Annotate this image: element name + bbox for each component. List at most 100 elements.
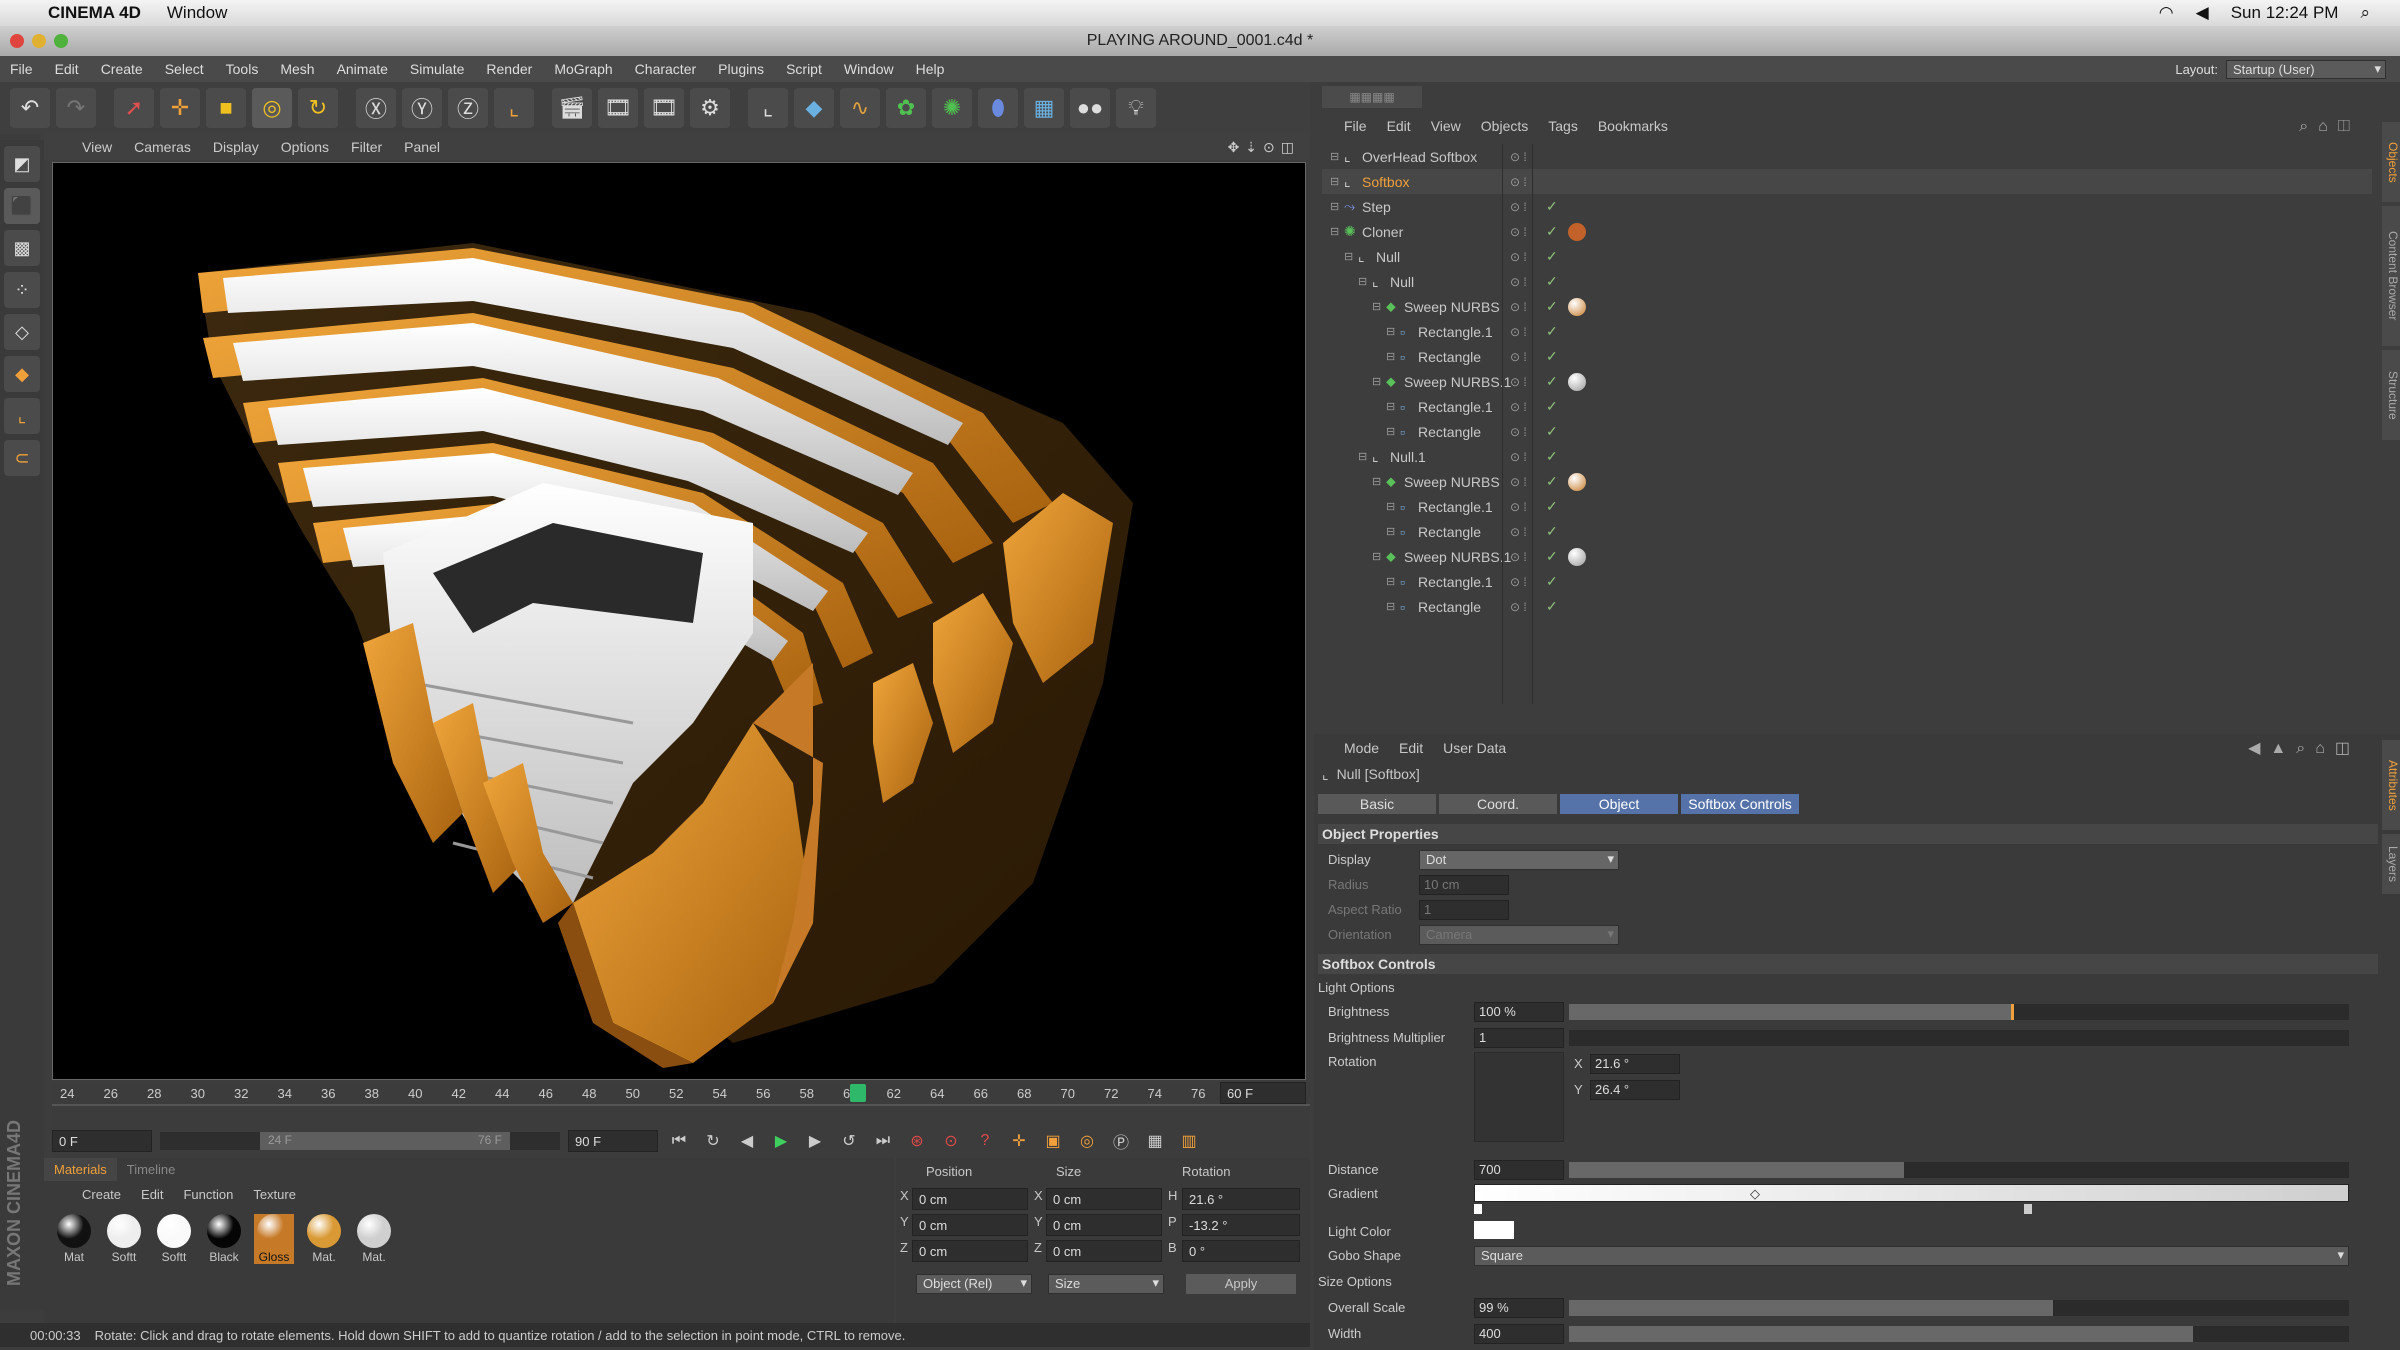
rotation-pad[interactable] xyxy=(1474,1052,1564,1142)
polygon-mode-icon[interactable]: ◆ xyxy=(4,356,40,392)
spotlight-icon[interactable]: ⌕ xyxy=(2360,3,2370,23)
enabled-check-icon[interactable]: ✓ xyxy=(1546,223,1558,240)
position-field[interactable]: 0 cm xyxy=(912,1188,1028,1210)
apply-button[interactable]: Apply xyxy=(1186,1274,1296,1294)
timeline-window-icon[interactable]: ▥ xyxy=(1176,1128,1202,1154)
light-icon[interactable]: 💡︎ xyxy=(1116,88,1156,128)
previous-frame-icon[interactable]: ◀ xyxy=(734,1128,760,1154)
enabled-check-icon[interactable]: ✓ xyxy=(1546,598,1558,615)
overall-scale-slider[interactable] xyxy=(1569,1300,2349,1316)
object-search-icons[interactable]: ⌕⌂◫ xyxy=(2299,118,2360,136)
expand-toggle-icon[interactable]: ⊟ xyxy=(1330,200,1339,213)
object-tree-row[interactable]: ⊟ ▫ Rectangle.1 ⊙ ⁞ ✓ xyxy=(1322,319,2372,344)
move-tool-icon[interactable]: ✛ xyxy=(160,88,200,128)
y-axis-icon[interactable]: Ⓨ xyxy=(402,88,442,128)
size-field[interactable]: 0 cm xyxy=(1046,1214,1162,1236)
expand-toggle-icon[interactable]: ⊟ xyxy=(1358,275,1367,288)
object-tree-row[interactable]: ⊟ ⬥ Sweep NURBS.1 ⊙ ⁞ ✓ xyxy=(1322,544,2372,569)
make-editable-icon[interactable]: ◩ xyxy=(4,146,40,182)
enabled-check-icon[interactable]: ✓ xyxy=(1546,498,1558,515)
tab-basic[interactable]: Basic xyxy=(1318,794,1436,814)
object-manager-toolbar-icons[interactable]: ▦▦▦▦ xyxy=(1322,86,1422,108)
obj-menu-bookmarks[interactable]: Bookmarks xyxy=(1598,118,1668,142)
material-tag-icon[interactable] xyxy=(1568,222,1586,241)
visibility-dots-icon[interactable]: ⊙ ⁞ xyxy=(1510,175,1560,189)
side-tab-layers[interactable]: Layers xyxy=(2382,834,2400,894)
redo-icon[interactable]: ↷ xyxy=(56,88,96,128)
material-tag-icon[interactable] xyxy=(1568,372,1586,391)
object-tree-row[interactable]: ⊟ ▫ Rectangle ⊙ ⁞ ✓ xyxy=(1322,419,2372,444)
attr-menu-edit[interactable]: Edit xyxy=(1399,740,1423,762)
next-frame-icon[interactable]: ▶ xyxy=(802,1128,828,1154)
visibility-dots-icon[interactable]: ⊙ ⁞ xyxy=(1510,150,1560,164)
repeat-icon[interactable]: ↺ xyxy=(836,1128,862,1154)
menu-script[interactable]: Script xyxy=(786,61,822,77)
menu-create[interactable]: Create xyxy=(101,61,143,77)
snap-icon[interactable]: ⊂ xyxy=(4,440,40,476)
material-item[interactable]: Black xyxy=(204,1214,244,1264)
material-menu-edit[interactable]: Edit xyxy=(141,1187,163,1202)
object-tree-row[interactable]: ⊟ ▫ Rectangle.1 ⊙ ⁞ ✓ xyxy=(1322,394,2372,419)
object-tree-row[interactable]: ⊟ ⬥ Sweep NURBS.1 ⊙ ⁞ ✓ xyxy=(1322,369,2372,394)
rotation-field[interactable]: -13.2 ° xyxy=(1182,1214,1300,1236)
record-icon[interactable]: ⊛ xyxy=(904,1128,930,1154)
object-tree-row[interactable]: ⊟ ▫ Rectangle ⊙ ⁞ ✓ xyxy=(1322,344,2372,369)
expand-toggle-icon[interactable]: ⊟ xyxy=(1330,225,1339,238)
expand-toggle-icon[interactable]: ⊟ xyxy=(1372,550,1381,563)
expand-toggle-icon[interactable]: ⊟ xyxy=(1330,175,1339,188)
object-tree-row[interactable]: ⊟ ⤳ Step ⊙ ⁞ ✓ xyxy=(1322,194,2372,219)
parameter-key-icon[interactable]: Ⓟ xyxy=(1108,1128,1134,1154)
enabled-check-icon[interactable]: ✓ xyxy=(1546,198,1558,215)
obj-menu-file[interactable]: File xyxy=(1344,118,1367,142)
viewport-menu-panel[interactable]: Panel xyxy=(404,139,440,155)
width-slider[interactable] xyxy=(1569,1326,2349,1342)
gradient-bar[interactable] xyxy=(1474,1184,2349,1202)
menu-tools[interactable]: Tools xyxy=(226,61,259,77)
object-tree-row[interactable]: ⊟ ✺ Cloner ⊙ ⁞ ✓ xyxy=(1322,219,2372,244)
size-mode-dropdown[interactable]: Size xyxy=(1048,1274,1164,1294)
enabled-check-icon[interactable]: ✓ xyxy=(1546,548,1558,565)
menu-select[interactable]: Select xyxy=(165,61,204,77)
menu-render[interactable]: Render xyxy=(486,61,532,77)
edge-mode-icon[interactable]: ◇ xyxy=(4,314,40,350)
side-tab-content-browser[interactable]: Content Browser xyxy=(2382,206,2400,346)
recent-tool-icon[interactable]: ↻ xyxy=(298,88,338,128)
expand-toggle-icon[interactable]: ⊟ xyxy=(1330,150,1339,163)
material-item[interactable]: Gloss xyxy=(254,1214,294,1264)
undo-icon[interactable]: ↶ xyxy=(10,88,50,128)
go-to-start-icon[interactable]: ⏮ xyxy=(666,1128,692,1154)
rotation-x-field[interactable]: 21.6 ° xyxy=(1590,1054,1680,1074)
rotation-field[interactable]: 21.6 ° xyxy=(1182,1188,1300,1210)
scale-key-icon[interactable]: ▣ xyxy=(1040,1128,1066,1154)
size-field[interactable]: 0 cm xyxy=(1046,1188,1162,1210)
render-queue-icon[interactable]: 🎞︎ xyxy=(644,88,684,128)
render-view-icon[interactable]: 🎬︎ xyxy=(552,88,592,128)
end-frame-field[interactable]: 90 F xyxy=(568,1130,658,1152)
material-tag-icon[interactable] xyxy=(1568,547,1586,566)
coordinate-system-icon[interactable]: ⌞ xyxy=(494,88,534,128)
orientation-dropdown[interactable]: Camera xyxy=(1419,925,1619,945)
object-tree-row[interactable]: ⊟ ⌞ Null.1 ⊙ ⁞ ✓ xyxy=(1322,444,2372,469)
volume-icon[interactable]: ◀︎ xyxy=(2196,3,2209,23)
rotate-tool-icon[interactable]: ◎ xyxy=(252,88,292,128)
rotation-key-icon[interactable]: ◎ xyxy=(1074,1128,1100,1154)
enabled-check-icon[interactable]: ✓ xyxy=(1546,298,1558,315)
brightness-multiplier-field[interactable]: 1 xyxy=(1474,1028,1564,1048)
enabled-check-icon[interactable]: ✓ xyxy=(1546,273,1558,290)
os-window-menu[interactable]: Window xyxy=(167,3,227,23)
viewport-nav-icons[interactable]: ✥⇣⊙◫ xyxy=(1228,139,1310,156)
light-options-group[interactable]: Light Options xyxy=(1318,980,1395,995)
display-dropdown[interactable]: Dot xyxy=(1419,850,1619,870)
section-object-properties[interactable]: Object Properties xyxy=(1318,824,2378,844)
brightness-multiplier-slider[interactable] xyxy=(1569,1030,2349,1046)
menu-mesh[interactable]: Mesh xyxy=(280,61,314,77)
distance-field[interactable]: 700 xyxy=(1474,1160,1564,1180)
distance-slider[interactable] xyxy=(1569,1162,2349,1178)
menu-simulate[interactable]: Simulate xyxy=(410,61,464,77)
3d-viewport[interactable] xyxy=(52,162,1306,1080)
material-item[interactable]: Softt xyxy=(154,1214,194,1264)
tab-object[interactable]: Object xyxy=(1560,794,1678,814)
enabled-check-icon[interactable]: ✓ xyxy=(1546,523,1558,540)
enabled-check-icon[interactable]: ✓ xyxy=(1546,348,1558,365)
enabled-check-icon[interactable]: ✓ xyxy=(1546,373,1558,390)
